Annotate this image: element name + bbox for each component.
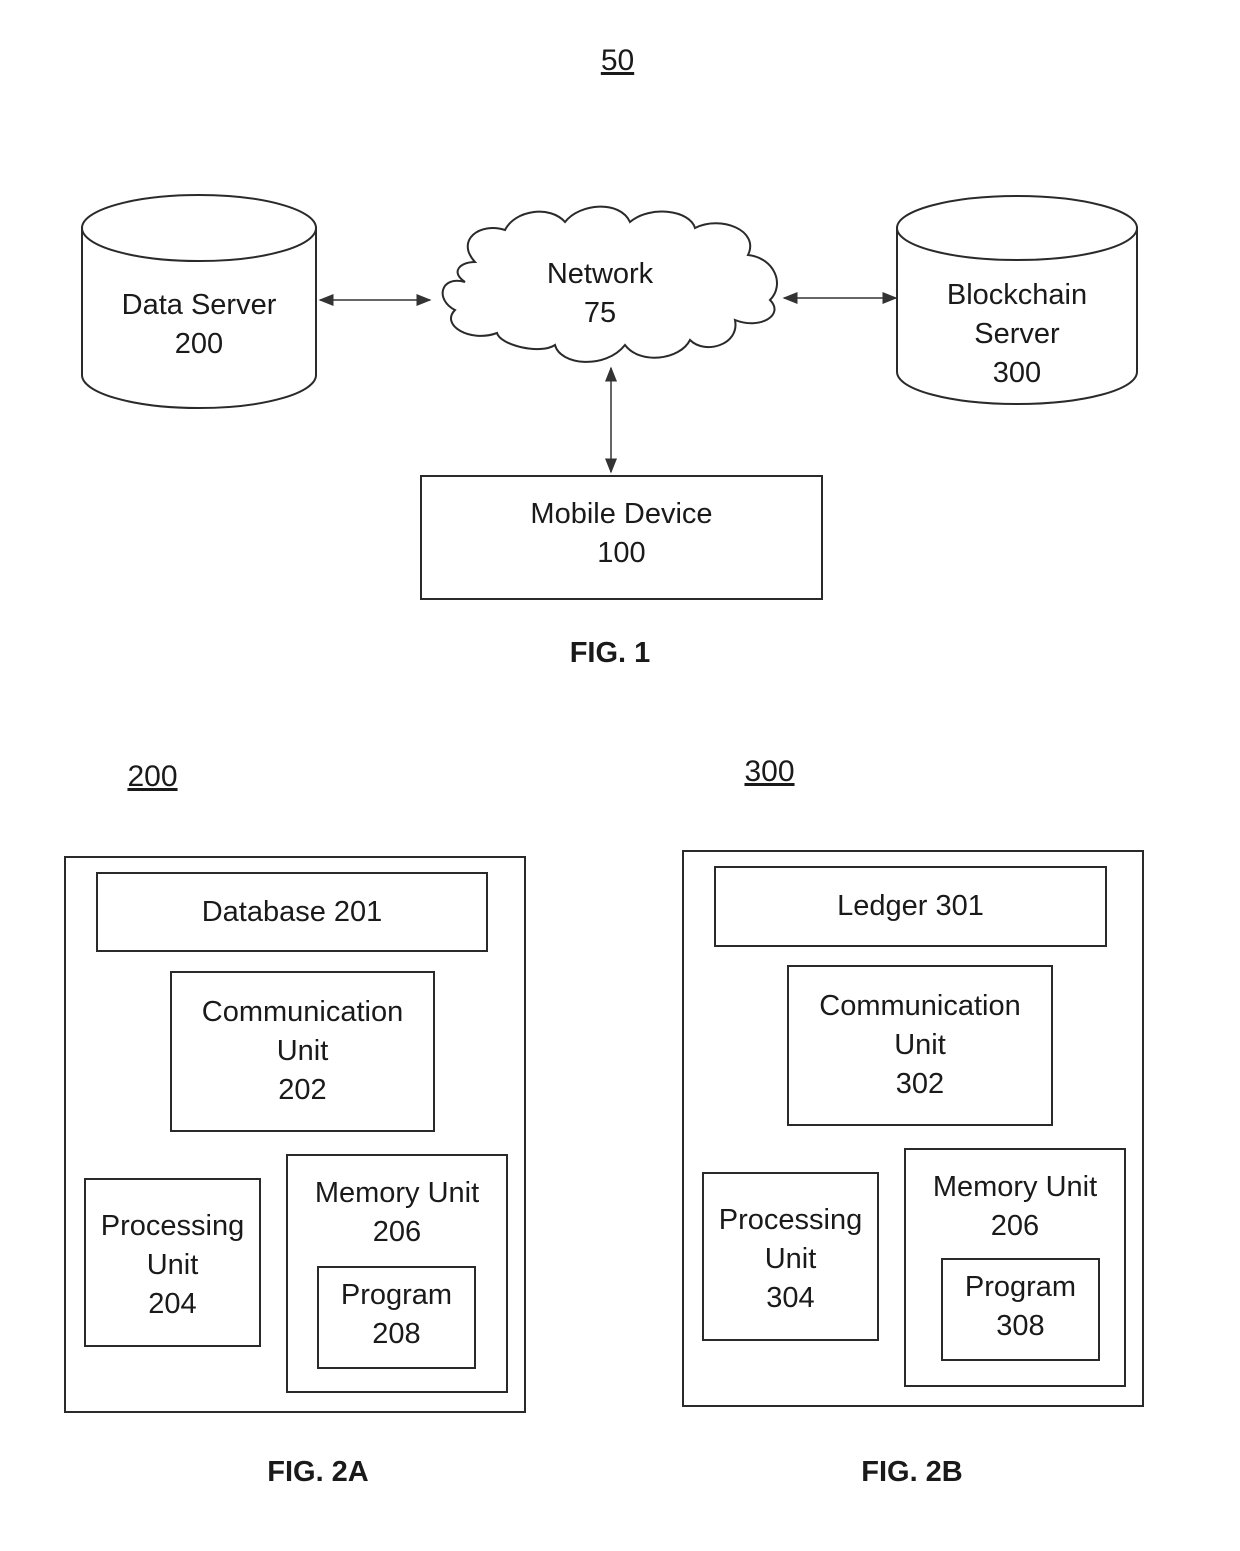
fig1-ref-number: 50 [600, 44, 635, 77]
communication-unit-id: 202 [278, 1074, 327, 1106]
memory-unit-label: Memory Unit [932, 1171, 1098, 1203]
network-id: 75 [583, 297, 617, 329]
program-box: Program 308 [941, 1258, 1100, 1361]
mobile-device-name: Mobile Device [530, 498, 713, 530]
communication-unit-line2: Unit [276, 1035, 329, 1067]
processing-unit-id: 204 [148, 1288, 197, 1320]
blockchain-server-name2: Server [974, 318, 1060, 350]
mobile-device-id: 100 [597, 537, 646, 569]
database-box: Database 201 [96, 872, 488, 952]
program-box: Program 208 [317, 1266, 476, 1369]
processing-unit-line2: Unit [146, 1249, 199, 1281]
communication-unit-line1: Communication [201, 996, 404, 1028]
network-label: Network 75 [500, 255, 700, 333]
blockchain-server-outer-box: Ledger 301 Communication Unit 302 Proces… [682, 850, 1144, 1407]
ledger-label: Ledger 301 [837, 890, 984, 922]
memory-unit-box: Memory Unit 206 Program 308 [904, 1148, 1126, 1387]
blockchain-server-name: Blockchain [946, 279, 1088, 311]
fig1-caption: FIG. 1 [569, 637, 651, 669]
data-server-label: Data Server 200 [82, 286, 316, 364]
communication-unit-line2: Unit [894, 1029, 946, 1061]
processing-unit-line2: Unit [764, 1243, 817, 1275]
program-id: 308 [996, 1310, 1045, 1342]
processing-unit-id: 304 [766, 1282, 815, 1314]
program-label: Program [964, 1271, 1077, 1303]
memory-unit-box: Memory Unit 206 Program 208 [286, 1154, 508, 1393]
network-name: Network [546, 258, 654, 290]
blockchain-server-label: Blockchain Server 300 [897, 276, 1137, 393]
processing-unit-box: Processing Unit 204 [84, 1178, 261, 1347]
fig2a-ref-number: 200 [127, 760, 178, 793]
memory-unit-label: Memory Unit [314, 1177, 480, 1209]
fig2b-ref-number: 300 [744, 755, 795, 788]
processing-unit-line1: Processing [100, 1210, 245, 1242]
communication-unit-id: 302 [895, 1068, 945, 1100]
memory-unit-id: 206 [990, 1210, 1040, 1242]
data-server-id: 200 [174, 328, 224, 360]
database-label: Database 201 [201, 896, 383, 928]
processing-unit-line1: Processing [718, 1204, 863, 1236]
processing-unit-box: Processing Unit 304 [702, 1172, 879, 1341]
fig2a-caption: FIG. 2A [267, 1456, 369, 1488]
communication-unit-line1: Communication [819, 990, 1021, 1022]
memory-unit-id: 206 [372, 1216, 422, 1248]
program-id: 208 [372, 1318, 421, 1350]
program-label: Program [340, 1279, 453, 1311]
communication-unit-box: Communication Unit 302 [787, 965, 1053, 1126]
communication-unit-box: Communication Unit 202 [170, 971, 435, 1132]
mobile-device-box: Mobile Device 100 [420, 475, 823, 600]
data-server-name: Data Server [121, 289, 277, 321]
blockchain-server-id: 300 [992, 357, 1042, 389]
ledger-box: Ledger 301 [714, 866, 1107, 947]
fig2b-caption: FIG. 2B [861, 1456, 963, 1488]
data-server-outer-box: Database 201 Communication Unit 202 Proc… [64, 856, 526, 1413]
